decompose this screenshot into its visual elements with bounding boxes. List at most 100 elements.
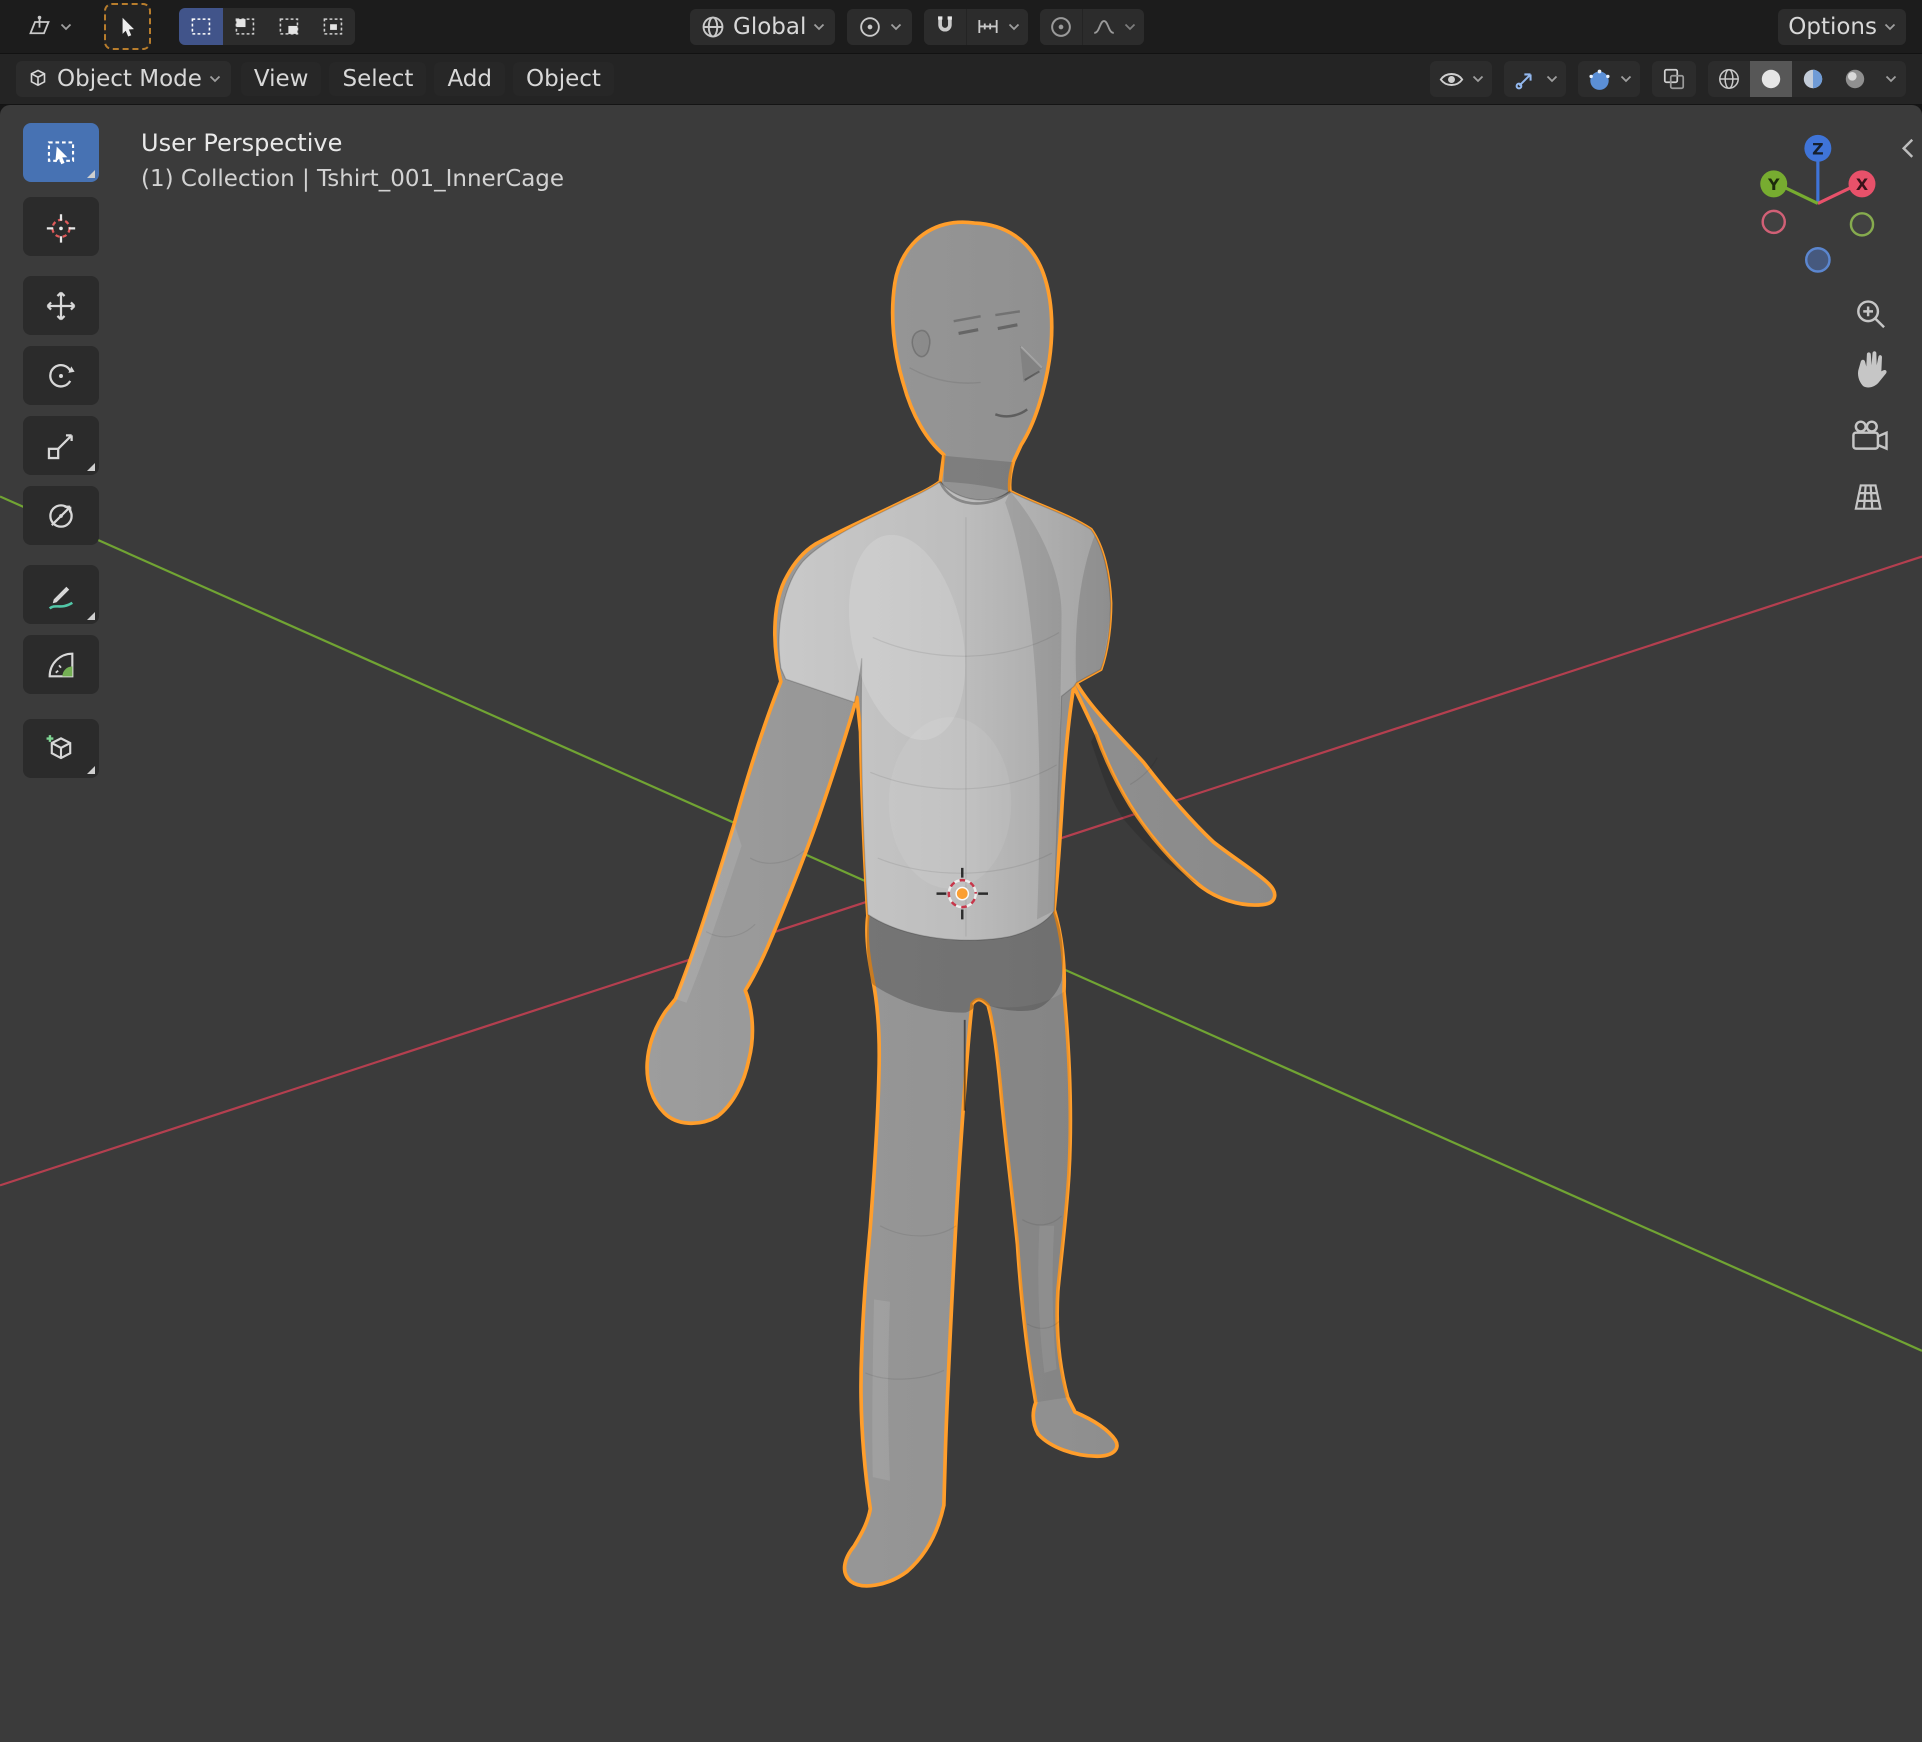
xray-toggle[interactable] xyxy=(1652,61,1696,97)
box-select-icon xyxy=(47,140,75,164)
annotate-pencil-icon xyxy=(48,586,74,610)
tool-column xyxy=(23,123,99,778)
select-mode-group xyxy=(179,8,355,45)
sidebar-toggle-arrow[interactable] xyxy=(1901,138,1914,158)
show-gizmos-dropdown[interactable] xyxy=(1504,61,1566,97)
shading-rendered-icon xyxy=(1845,69,1865,89)
view-perspective-label: User Perspective xyxy=(141,129,343,157)
measure-protractor-icon xyxy=(48,652,74,677)
navigation-gizmo[interactable]: Z X Y xyxy=(1760,134,1876,273)
object-origin-dot xyxy=(955,886,970,901)
pan-hand-control[interactable] xyxy=(1857,351,1887,388)
viewport-overlay-text: User Perspective (1) Collection | Tshirt… xyxy=(141,129,564,192)
tool-measure[interactable] xyxy=(23,635,99,694)
snap-magnet-icon xyxy=(938,15,953,31)
shading-options-dropdown[interactable] xyxy=(1876,61,1906,97)
snap-settings-dropdown[interactable] xyxy=(967,8,1029,45)
tool-submenu-indicator xyxy=(87,766,95,774)
tool-select-box[interactable] xyxy=(23,123,99,182)
viewport-header: Object Mode View Select Add Object xyxy=(0,54,1922,105)
editor-type-button[interactable] xyxy=(16,9,82,45)
falloff-curve-icon xyxy=(1094,19,1115,34)
select-mode-intersect-button[interactable] xyxy=(311,8,355,45)
select-extend-icon xyxy=(235,18,254,35)
chevron-down-icon xyxy=(1009,23,1020,30)
overlays-sphere-icon xyxy=(1589,69,1610,90)
options-label: Options xyxy=(1788,13,1877,40)
menu-select[interactable]: Select xyxy=(329,62,427,96)
shading-material-icon xyxy=(1803,69,1823,89)
tool-add-cube[interactable] xyxy=(23,719,99,778)
chevron-down-icon xyxy=(1125,23,1136,30)
snapping-group xyxy=(924,8,1029,45)
gizmo-axis-x[interactable]: X xyxy=(1848,170,1876,198)
active-tool-button[interactable] xyxy=(104,3,151,50)
viewport-3d[interactable]: Z X Y User Perspective (1) Collection | … xyxy=(0,105,1922,1742)
select-mode-set-button[interactable] xyxy=(179,8,223,45)
options-dropdown[interactable]: Options xyxy=(1778,8,1906,45)
svg-text:X: X xyxy=(1856,175,1868,194)
proportional-editing-toggle[interactable] xyxy=(1040,8,1083,45)
proportional-falloff-dropdown[interactable] xyxy=(1083,8,1145,45)
camera-view-control[interactable] xyxy=(1852,420,1888,451)
object-mode-cube-icon xyxy=(30,69,46,87)
orientation-globe-icon xyxy=(702,16,724,37)
gizmo-axis-y[interactable]: Y xyxy=(1760,170,1788,198)
proportional-editing-icon xyxy=(1051,16,1072,37)
tool-annotate[interactable] xyxy=(23,565,99,624)
select-mode-extend-button[interactable] xyxy=(223,8,267,45)
gizmo-axis-z[interactable]: Z xyxy=(1804,134,1832,162)
shading-wireframe-button[interactable] xyxy=(1708,61,1750,97)
shading-rendered-button[interactable] xyxy=(1834,61,1876,97)
toggle-perspective-grid-control[interactable] xyxy=(1854,484,1882,510)
menu-add[interactable]: Add xyxy=(434,62,505,96)
tool-scale[interactable] xyxy=(23,416,99,475)
proportional-edit-group xyxy=(1040,8,1145,45)
tool-submenu-indicator xyxy=(87,463,95,471)
chevron-down-icon xyxy=(1472,75,1484,83)
menu-view[interactable]: View xyxy=(240,62,322,96)
chevron-down-icon xyxy=(1546,75,1558,83)
gizmo-axis-z-neg[interactable] xyxy=(1804,246,1831,273)
chevron-down-icon xyxy=(1885,75,1897,83)
mode-dropdown[interactable]: Object Mode xyxy=(16,61,231,97)
svg-text:Y: Y xyxy=(1767,175,1780,194)
zoom-control[interactable] xyxy=(1857,300,1885,329)
menu-object[interactable]: Object xyxy=(512,62,614,96)
gizmo-axis-y-neg[interactable] xyxy=(1849,212,1875,237)
shading-solid-button[interactable] xyxy=(1750,61,1792,97)
select-set-icon xyxy=(191,18,210,35)
tool-transform[interactable] xyxy=(23,486,99,545)
chevron-down-icon xyxy=(814,23,825,30)
pivot-point-dropdown[interactable] xyxy=(847,8,913,45)
shading-solid-icon xyxy=(1761,69,1781,89)
gizmo-axis-x-neg[interactable] xyxy=(1761,209,1786,235)
snap-increment-icon xyxy=(978,19,998,33)
chevron-down-icon xyxy=(1884,23,1896,30)
chevron-down-icon xyxy=(209,75,221,83)
shading-material-button[interactable] xyxy=(1792,61,1834,97)
mode-label: Object Mode xyxy=(57,66,202,92)
select-mode-subtract-button[interactable] xyxy=(267,8,311,45)
tool-rotate[interactable] xyxy=(23,346,99,405)
show-overlays-dropdown[interactable] xyxy=(1578,61,1640,97)
tool-submenu-indicator xyxy=(87,612,95,620)
chevron-down-icon xyxy=(60,23,72,30)
visibility-eye-icon xyxy=(1439,72,1464,86)
selected-object-mesh[interactable] xyxy=(645,220,1277,1588)
cursor-arrow-icon xyxy=(122,17,134,37)
shading-mode-group xyxy=(1708,61,1906,97)
object-visibility-dropdown[interactable] xyxy=(1430,61,1492,97)
tool-cursor[interactable] xyxy=(23,197,99,256)
snap-toggle[interactable] xyxy=(924,8,967,45)
active-collection-breadcrumb: (1) Collection | Tshirt_001_InnerCage xyxy=(141,166,565,192)
transform-orientation-dropdown[interactable]: Global xyxy=(690,8,836,45)
chevron-down-icon xyxy=(1620,75,1632,83)
scene-3d: Z X Y xyxy=(0,134,1922,1588)
tool-move[interactable] xyxy=(23,276,99,335)
scale-icon xyxy=(47,433,73,459)
svg-text:Z: Z xyxy=(1812,139,1824,158)
xray-icon xyxy=(1663,68,1685,90)
shirt-highlight-belly xyxy=(888,717,1012,889)
viewport-editor-icon xyxy=(29,15,50,35)
